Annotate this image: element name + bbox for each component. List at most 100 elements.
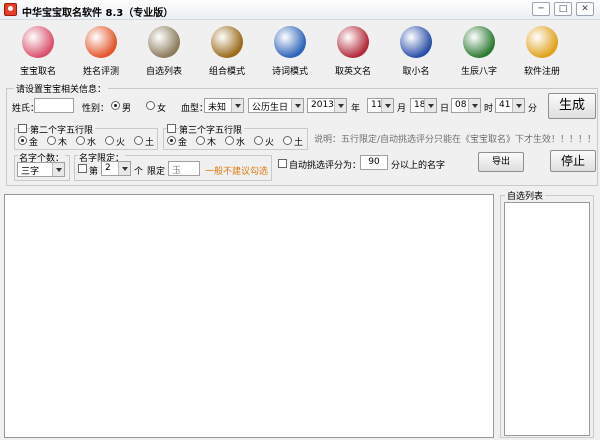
third-char-element-radio[interactable] xyxy=(254,136,263,145)
name-limit-checkbox[interactable] xyxy=(78,164,87,173)
chevron-down-icon xyxy=(231,99,243,112)
year-value: 2013 xyxy=(311,100,334,110)
book-icon xyxy=(274,26,306,58)
toolbar-item-label: 生辰八字 xyxy=(460,67,497,77)
minute-value: 41 xyxy=(499,100,511,110)
score-input[interactable]: 90 xyxy=(360,155,388,170)
position-prefix: 第 xyxy=(89,167,99,177)
day-unit: 日 xyxy=(440,104,450,114)
blood-type-select[interactable]: 未知 xyxy=(204,98,244,113)
gender-label: 性别： xyxy=(82,104,110,114)
toolbar-item-label: 取英文名 xyxy=(334,67,371,77)
note-text: 说明：五行限定/自动挑选评分只能在《宝宝取名》下才生效！！！！！ xyxy=(314,135,597,145)
second-char-element-radio[interactable] xyxy=(105,136,114,145)
toolbar-item-1[interactable]: 宝宝取名 xyxy=(6,26,70,78)
chevron-down-icon xyxy=(291,99,303,112)
auto-pick-checkbox[interactable] xyxy=(278,159,287,168)
calendar-value: 公历生日 xyxy=(252,103,289,113)
toolbar-item-3[interactable]: 自选列表 xyxy=(132,26,196,78)
toolbar-item-7[interactable]: 取小名 xyxy=(384,26,448,78)
third-char-element-label: 水 xyxy=(236,138,246,148)
second-char-element-label: 土 xyxy=(145,138,155,148)
third-char-element-radio[interactable] xyxy=(283,136,292,145)
self-list[interactable] xyxy=(504,202,590,436)
position-select[interactable]: 2 xyxy=(101,161,131,176)
toolbar-item-2[interactable]: 姓名评测 xyxy=(69,26,133,78)
limit-label: 限定 xyxy=(147,167,166,177)
brush-icon xyxy=(148,26,180,58)
stop-button[interactable]: 停止 xyxy=(550,150,596,172)
toolbar-item-label: 姓名评测 xyxy=(82,67,119,77)
second-char-element-label: 木 xyxy=(58,138,68,148)
gourd-icon xyxy=(85,26,117,58)
chevron-down-icon xyxy=(512,99,524,112)
second-char-elements: 金木水火土 xyxy=(14,135,158,148)
score-suffix: 分以上的名字 xyxy=(391,161,446,171)
chevron-down-icon xyxy=(52,163,64,176)
year-select[interactable]: 2013 xyxy=(307,98,347,113)
toolbar-item-8[interactable]: 生辰八字 xyxy=(447,26,511,78)
day-select[interactable]: 18 xyxy=(410,98,437,113)
toolbar-item-4[interactable]: 组合模式 xyxy=(195,26,259,78)
second-char-element-radio[interactable] xyxy=(18,136,27,145)
toolbar-item-label: 软件注册 xyxy=(523,67,560,77)
badge-icon xyxy=(337,26,369,58)
export-button[interactable]: 导出 xyxy=(478,152,524,172)
toolbar: 宝宝取名 姓名评测 自选列表 组合模式 诗词模式 取英文名 取小名 生辰八字 软件注册 xyxy=(0,20,600,82)
year-unit: 年 xyxy=(351,104,361,114)
position-suffix: 个 xyxy=(134,167,144,177)
chevron-down-icon xyxy=(118,162,130,175)
third-char-element-radio[interactable] xyxy=(225,136,234,145)
third-char-element-radio[interactable] xyxy=(196,136,205,145)
minute-select[interactable]: 41 xyxy=(495,98,525,113)
toolbar-item-label: 宝宝取名 xyxy=(19,67,56,77)
chevron-down-icon xyxy=(468,99,480,112)
generate-button[interactable]: 生成 xyxy=(548,93,596,119)
toolbar-item-label: 取小名 xyxy=(402,67,430,77)
position-value: 2 xyxy=(105,163,111,173)
blood-type-value: 未知 xyxy=(208,103,227,113)
third-char-element-radio[interactable] xyxy=(167,136,176,145)
section-title: 请设置宝宝相关信息： xyxy=(14,82,109,95)
auto-pick-label: 自动挑选评分为： xyxy=(289,161,362,171)
chevron-down-icon xyxy=(381,99,393,112)
app-icon xyxy=(4,3,17,16)
gender-male-label: 男 xyxy=(122,104,132,114)
globe-icon xyxy=(400,26,432,58)
calendar-select[interactable]: 公历生日 xyxy=(248,98,304,113)
name-count-select[interactable]: 三字 xyxy=(17,162,65,177)
hour-unit: 时 xyxy=(484,104,494,114)
toolbar-item-9[interactable]: 软件注册 xyxy=(510,26,574,78)
close-button[interactable]: ✕ xyxy=(576,2,594,16)
baby-icon xyxy=(22,26,54,58)
limit-char-input[interactable]: 玉 xyxy=(168,161,200,176)
third-char-elements: 金木水火土 xyxy=(163,135,308,148)
second-char-element-radio[interactable] xyxy=(134,136,143,145)
toolbar-item-6[interactable]: 取英文名 xyxy=(321,26,385,78)
self-list-title: 自选列表 xyxy=(505,189,546,202)
gender-female-label: 女 xyxy=(157,104,167,114)
results-list[interactable] xyxy=(4,194,494,438)
bagua-icon xyxy=(463,26,495,58)
maximize-button[interactable]: □ xyxy=(554,2,572,16)
third-char-element-label: 土 xyxy=(294,138,304,148)
minute-unit: 分 xyxy=(528,104,538,114)
second-char-element-radio[interactable] xyxy=(76,136,85,145)
second-char-element-radio[interactable] xyxy=(47,136,56,145)
third-char-checkbox[interactable] xyxy=(167,124,176,133)
month-select[interactable]: 11 xyxy=(367,98,394,113)
title-bar: 中华宝宝取名软件 8.3（专业版） ─ □ ✕ xyxy=(0,0,600,20)
hour-select[interactable]: 08 xyxy=(451,98,481,113)
toolbar-item-label: 组合模式 xyxy=(208,67,245,77)
chevron-down-icon xyxy=(424,99,436,112)
gender-male-radio[interactable] xyxy=(111,101,120,110)
surname-input[interactable] xyxy=(34,98,74,113)
name-count-value: 三字 xyxy=(21,167,40,177)
toolbar-item-label: 诗词模式 xyxy=(271,67,308,77)
third-char-element-label: 火 xyxy=(265,138,275,148)
third-char-element-label: 金 xyxy=(178,138,188,148)
second-char-checkbox[interactable] xyxy=(18,124,27,133)
gender-female-radio[interactable] xyxy=(146,101,155,110)
toolbar-item-5[interactable]: 诗词模式 xyxy=(258,26,322,78)
minimize-button[interactable]: ─ xyxy=(532,2,550,16)
